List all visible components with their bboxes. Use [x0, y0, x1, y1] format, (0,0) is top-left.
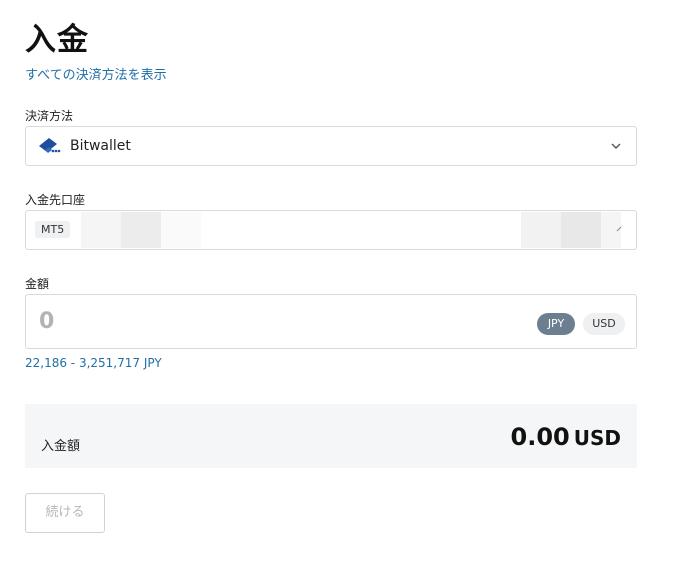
amount-label: 金額	[25, 277, 50, 291]
redacted-account-info	[161, 212, 201, 248]
redacted-account-info	[121, 212, 161, 248]
redacted-account-info	[81, 212, 121, 248]
page-title: 入金	[25, 22, 89, 58]
redacted-account-balance	[521, 212, 561, 248]
deposit-account-select[interactable]: MT5	[25, 210, 637, 250]
all-payment-methods-link[interactable]: すべての決済方法を表示	[25, 64, 167, 83]
bitwallet-logo-icon	[39, 138, 61, 153]
platform-badge: MT5	[35, 221, 71, 238]
amount-input[interactable]	[37, 305, 441, 337]
payment-method-label: 決済方法	[25, 109, 74, 123]
payment-method-select[interactable]: Bitwallet	[25, 126, 637, 166]
continue-button[interactable]: 続ける	[25, 493, 105, 533]
deposit-summary: 入金額 0.00 USD	[25, 404, 637, 468]
chevron-down-icon	[611, 143, 621, 149]
payment-method-value: Bitwallet	[70, 138, 131, 154]
currency-toggle-usd[interactable]: USD	[583, 313, 625, 335]
deposit-account-label: 入金先口座	[25, 193, 86, 207]
caret-icon	[616, 226, 622, 232]
redacted-account-balance	[561, 212, 601, 248]
amount-range-hint: 22,186 - 3,251,717 JPY	[25, 356, 162, 370]
amount-field[interactable]: JPY USD	[25, 294, 637, 349]
summary-amount-value: 0.00	[510, 423, 570, 451]
summary-label: 入金額	[41, 439, 81, 454]
summary-amount-currency: USD	[573, 426, 621, 450]
summary-amount: 0.00 USD	[511, 423, 621, 451]
currency-toggle-jpy[interactable]: JPY	[537, 313, 575, 335]
